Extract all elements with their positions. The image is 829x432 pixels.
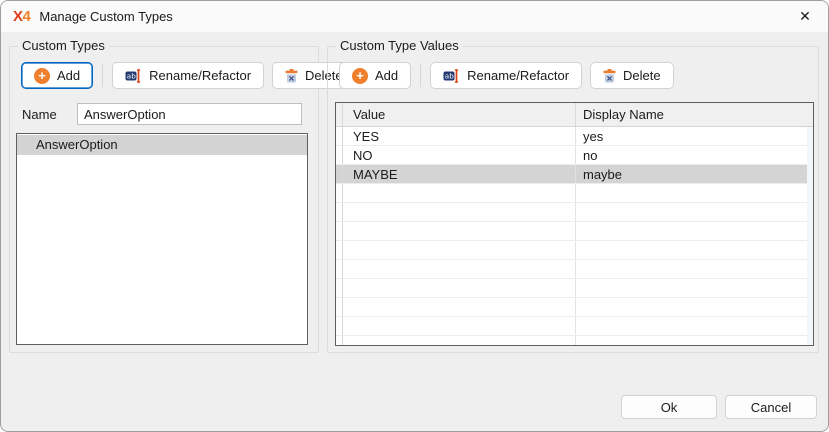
values-table[interactable]: Value Display Name YESyesNOnoMAYBEmaybe [335, 102, 814, 346]
add-value-label: Add [375, 68, 398, 83]
cell-display-name[interactable] [575, 203, 813, 221]
row-header[interactable] [336, 260, 343, 278]
svg-text:ab: ab [445, 71, 454, 80]
table-row[interactable]: MAYBEmaybe [336, 165, 813, 184]
row-header[interactable] [336, 146, 343, 164]
row-header[interactable] [336, 336, 343, 346]
add-value-button[interactable]: + Add [339, 62, 411, 89]
cell-value[interactable] [343, 336, 575, 346]
cell-value[interactable] [343, 241, 575, 259]
cell-display-name[interactable]: no [575, 146, 813, 164]
table-row[interactable] [336, 241, 813, 260]
table-row[interactable] [336, 222, 813, 241]
column-header-value[interactable]: Value [343, 103, 575, 126]
cell-display-name[interactable] [575, 279, 813, 297]
rename-value-button[interactable]: ab Rename/Refactor [430, 62, 582, 89]
table-row[interactable] [336, 336, 813, 346]
custom-type-values-toolbar: + Add ab Rename/Refactor [339, 62, 674, 89]
delete-icon [285, 69, 298, 83]
cell-display-name[interactable] [575, 260, 813, 278]
table-row[interactable] [336, 317, 813, 336]
rename-value-label: Rename/Refactor [467, 68, 569, 83]
add-type-label: Add [57, 68, 80, 83]
custom-types-group-label: Custom Types [18, 38, 109, 54]
row-header[interactable] [336, 298, 343, 316]
add-icon: + [34, 68, 50, 84]
values-table-header: Value Display Name [336, 103, 813, 127]
cell-display-name[interactable]: maybe [575, 165, 813, 183]
row-header[interactable] [336, 127, 343, 145]
delete-value-button[interactable]: Delete [590, 62, 674, 89]
logo-x: X [13, 8, 23, 25]
row-header[interactable] [336, 317, 343, 335]
close-icon: ✕ [799, 8, 811, 25]
close-button[interactable]: ✕ [788, 3, 822, 30]
table-row[interactable] [336, 279, 813, 298]
add-icon: + [352, 68, 368, 84]
ok-button[interactable]: Ok [621, 395, 717, 419]
cell-display-name[interactable] [575, 241, 813, 259]
titlebar[interactable]: X4 Manage Custom Types ✕ [1, 1, 828, 32]
rename-type-button[interactable]: ab Rename/Refactor [112, 62, 264, 89]
list-item[interactable]: AnswerOption [17, 135, 307, 155]
rename-type-label: Rename/Refactor [149, 68, 251, 83]
custom-type-values-group: Custom Type Values + Add ab Rename/Ref [327, 46, 819, 353]
table-row[interactable] [336, 260, 813, 279]
name-label: Name [22, 106, 57, 124]
custom-types-group: Custom Types + Add ab Rename/Refactor [9, 46, 319, 353]
cell-value[interactable]: MAYBE [343, 165, 575, 183]
cell-display-name[interactable]: yes [575, 127, 813, 145]
table-row[interactable] [336, 298, 813, 317]
app-logo-icon: X4 [13, 8, 30, 25]
table-row[interactable]: NOno [336, 146, 813, 165]
custom-types-toolbar: + Add ab Rename/Refactor [21, 62, 356, 89]
row-header[interactable] [336, 203, 343, 221]
cell-value[interactable] [343, 317, 575, 335]
cell-value[interactable] [343, 260, 575, 278]
logo-4: 4 [23, 8, 31, 25]
row-header[interactable] [336, 184, 343, 202]
values-table-body: YESyesNOnoMAYBEmaybe [336, 127, 813, 346]
cell-value[interactable]: NO [343, 146, 575, 164]
cell-display-name[interactable] [575, 336, 813, 346]
window-title: Manage Custom Types [39, 9, 172, 24]
svg-text:ab: ab [127, 71, 136, 80]
cell-value[interactable] [343, 279, 575, 297]
type-name-input[interactable] [77, 103, 302, 125]
table-row[interactable]: YESyes [336, 127, 813, 146]
row-header[interactable] [336, 222, 343, 240]
table-row[interactable] [336, 184, 813, 203]
cell-value[interactable] [343, 184, 575, 202]
row-header[interactable] [336, 241, 343, 259]
dialog-manage-custom-types: X4 Manage Custom Types ✕ Custom Types + … [0, 0, 829, 432]
rename-icon: ab [443, 69, 460, 83]
add-type-button[interactable]: + Add [21, 62, 93, 89]
cell-value[interactable] [343, 203, 575, 221]
cancel-button[interactable]: Cancel [725, 395, 817, 419]
cell-value[interactable] [343, 298, 575, 316]
cell-display-name[interactable] [575, 317, 813, 335]
cell-display-name[interactable] [575, 298, 813, 316]
column-header-display-name[interactable]: Display Name [575, 103, 813, 126]
vertical-scrollbar-track[interactable] [807, 127, 813, 345]
row-header[interactable] [336, 165, 343, 183]
toolbar-separator [420, 64, 421, 87]
row-header-corner [336, 103, 343, 126]
cell-value[interactable]: YES [343, 127, 575, 145]
toolbar-separator [102, 64, 103, 87]
cell-display-name[interactable] [575, 184, 813, 202]
delete-value-label: Delete [623, 68, 661, 83]
cell-display-name[interactable] [575, 222, 813, 240]
cell-value[interactable] [343, 222, 575, 240]
rename-icon: ab [125, 69, 142, 83]
row-header[interactable] [336, 279, 343, 297]
custom-types-list[interactable]: AnswerOption [16, 133, 308, 345]
table-row[interactable] [336, 203, 813, 222]
delete-icon [603, 69, 616, 83]
custom-type-values-group-label: Custom Type Values [336, 38, 463, 54]
